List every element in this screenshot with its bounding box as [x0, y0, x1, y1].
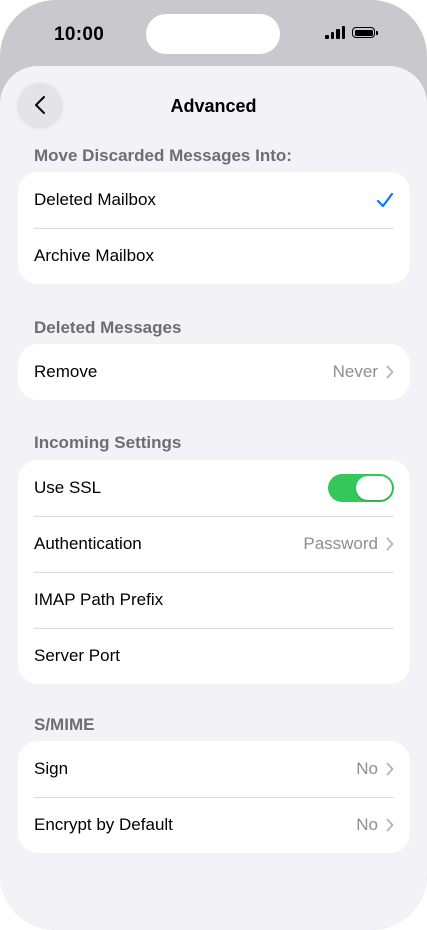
option-deleted-mailbox[interactable]: Deleted Mailbox: [18, 172, 410, 228]
page-title: Advanced: [170, 96, 257, 116]
sign-row[interactable]: Sign No: [18, 741, 410, 797]
settings-screen: Advanced Move Discarded Messages Into: D…: [0, 66, 427, 930]
discarded-card: Deleted Mailbox Archive Mailbox: [18, 172, 410, 284]
smime-card: Sign No Encrypt by Default No: [18, 741, 410, 853]
remove-row[interactable]: Remove Never: [18, 344, 410, 400]
imap-path-prefix-row[interactable]: IMAP Path Prefix: [18, 572, 410, 628]
chevron-right-icon: [386, 762, 394, 776]
checkmark-icon: [376, 192, 394, 208]
phone-frame: 10:00 Advanced Move Discarded Messages I…: [0, 0, 427, 930]
authentication-label: Authentication: [34, 534, 142, 553]
chevron-right-icon: [386, 537, 394, 551]
option-label: Deleted Mailbox: [34, 190, 156, 209]
chevron-right-icon: [386, 818, 394, 832]
option-archive-mailbox[interactable]: Archive Mailbox: [18, 228, 410, 284]
server-port-row[interactable]: Server Port: [18, 628, 410, 684]
status-icons: [325, 26, 378, 39]
deleted-card: Remove Never: [18, 344, 410, 400]
status-bar: 10:00: [0, 0, 427, 66]
section-header-smime: S/MIME: [34, 715, 95, 734]
encrypt-by-default-label: Encrypt by Default: [34, 815, 173, 834]
section-header-incoming: Incoming Settings: [34, 433, 182, 452]
option-label: Archive Mailbox: [34, 246, 154, 265]
imap-path-prefix-label: IMAP Path Prefix: [34, 590, 164, 609]
sign-value: No: [356, 759, 378, 778]
sign-label: Sign: [34, 759, 69, 778]
authentication-value: Password: [303, 534, 378, 553]
cellular-signal-icon: [325, 26, 345, 39]
use-ssl-row: Use SSL: [18, 460, 410, 516]
use-ssl-toggle[interactable]: [328, 474, 394, 502]
chevron-right-icon: [386, 365, 394, 379]
dynamic-island: [146, 14, 280, 54]
encrypt-by-default-row[interactable]: Encrypt by Default No: [18, 797, 410, 853]
battery-icon: [352, 27, 378, 38]
section-header-discarded: Move Discarded Messages Into:: [34, 146, 292, 165]
use-ssl-label: Use SSL: [34, 478, 102, 497]
remove-value: Never: [332, 362, 378, 381]
remove-label: Remove: [34, 362, 98, 381]
server-port-label: Server Port: [34, 646, 120, 665]
status-time: 10:00: [54, 24, 105, 45]
section-header-deleted: Deleted Messages: [34, 318, 182, 337]
authentication-row[interactable]: Authentication Password: [18, 516, 410, 572]
encrypt-by-default-value: No: [356, 815, 378, 834]
incoming-card: Use SSL Authentication Password IMAP Pat…: [18, 460, 410, 684]
toggle-knob: [356, 476, 392, 500]
